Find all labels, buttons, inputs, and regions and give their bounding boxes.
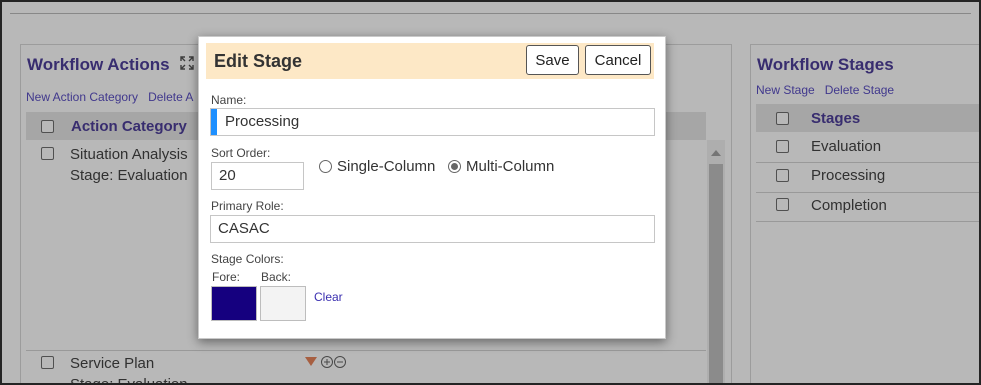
back-color-swatch[interactable] — [260, 286, 306, 321]
edit-stage-dialog: Edit Stage Save Cancel Name: Processing … — [198, 36, 666, 339]
save-button[interactable]: Save — [526, 45, 579, 75]
name-value: Processing — [225, 113, 300, 130]
name-label: Name: — [211, 93, 247, 107]
clear-colors-link[interactable]: Clear — [314, 290, 343, 304]
dialog-title: Edit Stage — [214, 51, 303, 71]
dialog-header: Edit Stage Save Cancel — [206, 43, 654, 79]
required-marker — [211, 109, 217, 135]
stage-colors-label: Stage Colors: — [211, 252, 284, 266]
multi-column-radio[interactable] — [448, 160, 461, 173]
sort-order-label: Sort Order: — [211, 146, 271, 160]
back-label: Back: — [261, 270, 292, 284]
single-column-label[interactable]: Single-Column — [337, 158, 435, 175]
cancel-button[interactable]: Cancel — [585, 45, 651, 75]
fore-color-swatch[interactable] — [211, 286, 257, 321]
sort-order-value: 20 — [219, 167, 236, 184]
primary-role-label: Primary Role: — [211, 199, 284, 213]
primary-role-value: CASAC — [218, 220, 270, 237]
single-column-radio[interactable] — [319, 160, 332, 173]
multi-column-label[interactable]: Multi-Column — [466, 158, 554, 175]
sort-order-input[interactable]: 20 — [211, 162, 304, 190]
primary-role-input[interactable]: CASAC — [210, 215, 655, 243]
fore-label: Fore: — [212, 270, 241, 284]
name-input[interactable]: Processing — [210, 108, 655, 136]
